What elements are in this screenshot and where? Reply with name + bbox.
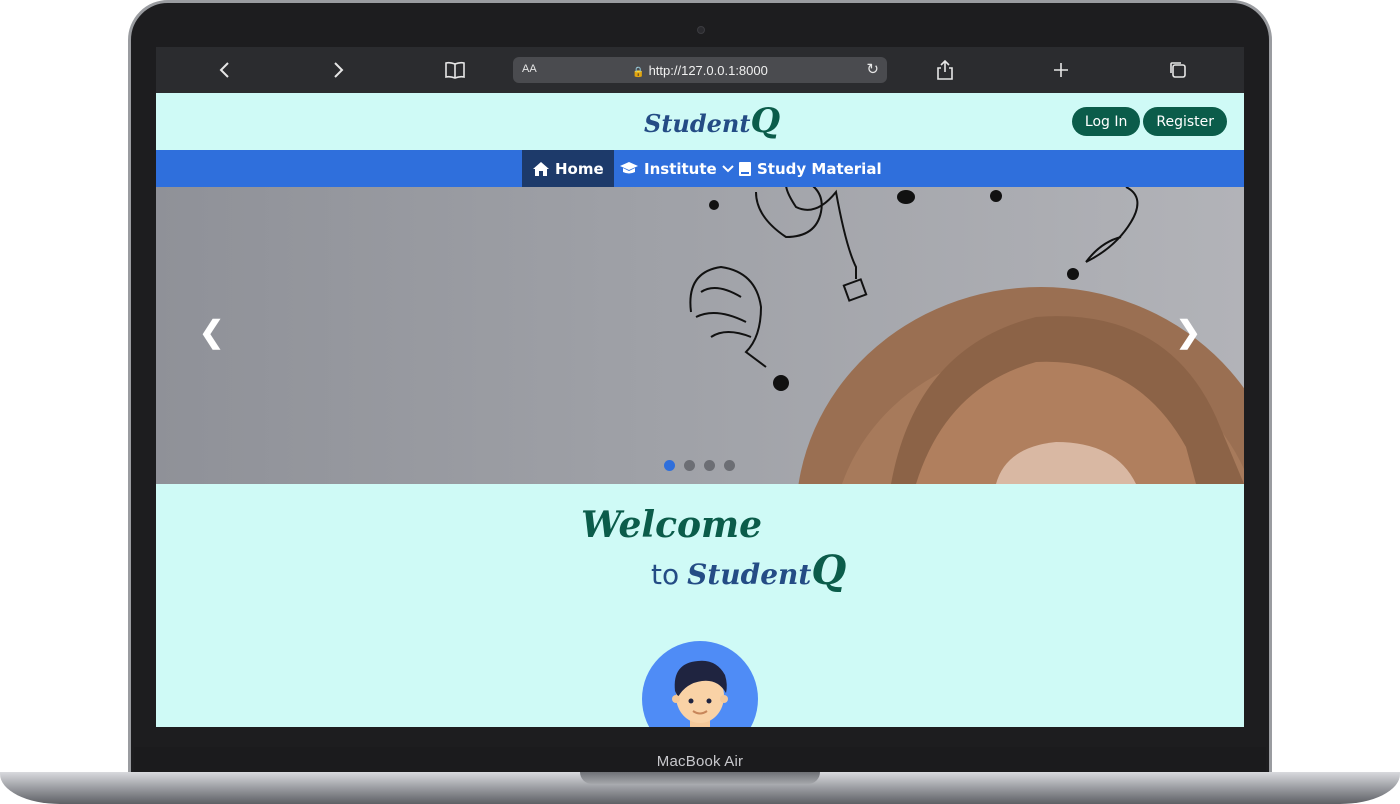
carousel-dot[interactable] [684,460,695,471]
home-icon [533,161,549,176]
nav-study-material-label: Study Material [757,159,882,178]
carousel-next-button[interactable]: ❯ [1176,315,1201,350]
hero-carousel: ❮ ❯ [156,187,1244,484]
logo-q: Q [750,101,781,141]
book-icon[interactable] [443,59,467,81]
carousel-dot[interactable] [664,460,675,471]
welcome-subheading: to StudentQ [651,547,846,594]
chevron-left-icon[interactable] [212,59,236,81]
share-icon[interactable] [933,59,957,81]
nav-institute-label: Institute [644,159,717,178]
welcome-brand-text: Student [687,558,812,591]
welcome-heading: Welcome [581,504,763,546]
lock-icon: 🔒 [632,66,645,78]
chevron-down-icon [721,164,734,172]
carousel-dot[interactable] [724,460,735,471]
login-button[interactable]: Log In [1071,107,1141,136]
graduation-cap-icon [620,162,638,174]
welcome-brand-q: Q [811,547,847,594]
laptop-bezel: MacBook Air [134,747,1266,775]
welcome-brand: StudentQ [687,547,846,594]
logo-text: Student [644,109,751,138]
nav-home-label: Home [555,159,604,178]
laptop-notch [580,772,820,784]
book-icon [739,161,751,176]
chevron-right-icon[interactable] [327,59,351,81]
main-nav: Home Institute Study Material [156,150,1244,187]
register-button[interactable]: Register [1143,107,1227,136]
address-bar[interactable]: AA 🔒 http://127.0.0.1:8000 ↻ [513,57,887,83]
hero-image [689,187,1244,484]
carousel-prev-button[interactable]: ❮ [199,315,224,350]
screen: AA 🔒 http://127.0.0.1:8000 ↻ StudentQ Log… [156,47,1244,727]
device-label: MacBook Air [656,752,744,770]
site-header: StudentQ Log In Register [156,93,1244,149]
camera [697,26,705,34]
auth-buttons: Log In Register [1071,107,1227,136]
tabs-icon[interactable] [1166,59,1190,81]
carousel-dot[interactable] [704,460,715,471]
nav-institute[interactable]: Institute [619,150,734,187]
browser-toolbar: AA 🔒 http://127.0.0.1:8000 ↻ [156,47,1244,93]
site-logo[interactable]: StudentQ [644,101,780,141]
url-text: http://127.0.0.1:8000 [648,62,768,78]
reload-icon[interactable]: ↻ [866,60,879,78]
welcome-to-text: to [651,558,680,591]
nav-home[interactable]: Home [522,150,614,187]
carousel-indicators [664,460,735,471]
avatar [642,641,758,727]
nav-study-material[interactable]: Study Material [738,150,882,187]
plus-icon[interactable] [1049,59,1073,81]
url-display: 🔒 http://127.0.0.1:8000 [513,63,887,78]
